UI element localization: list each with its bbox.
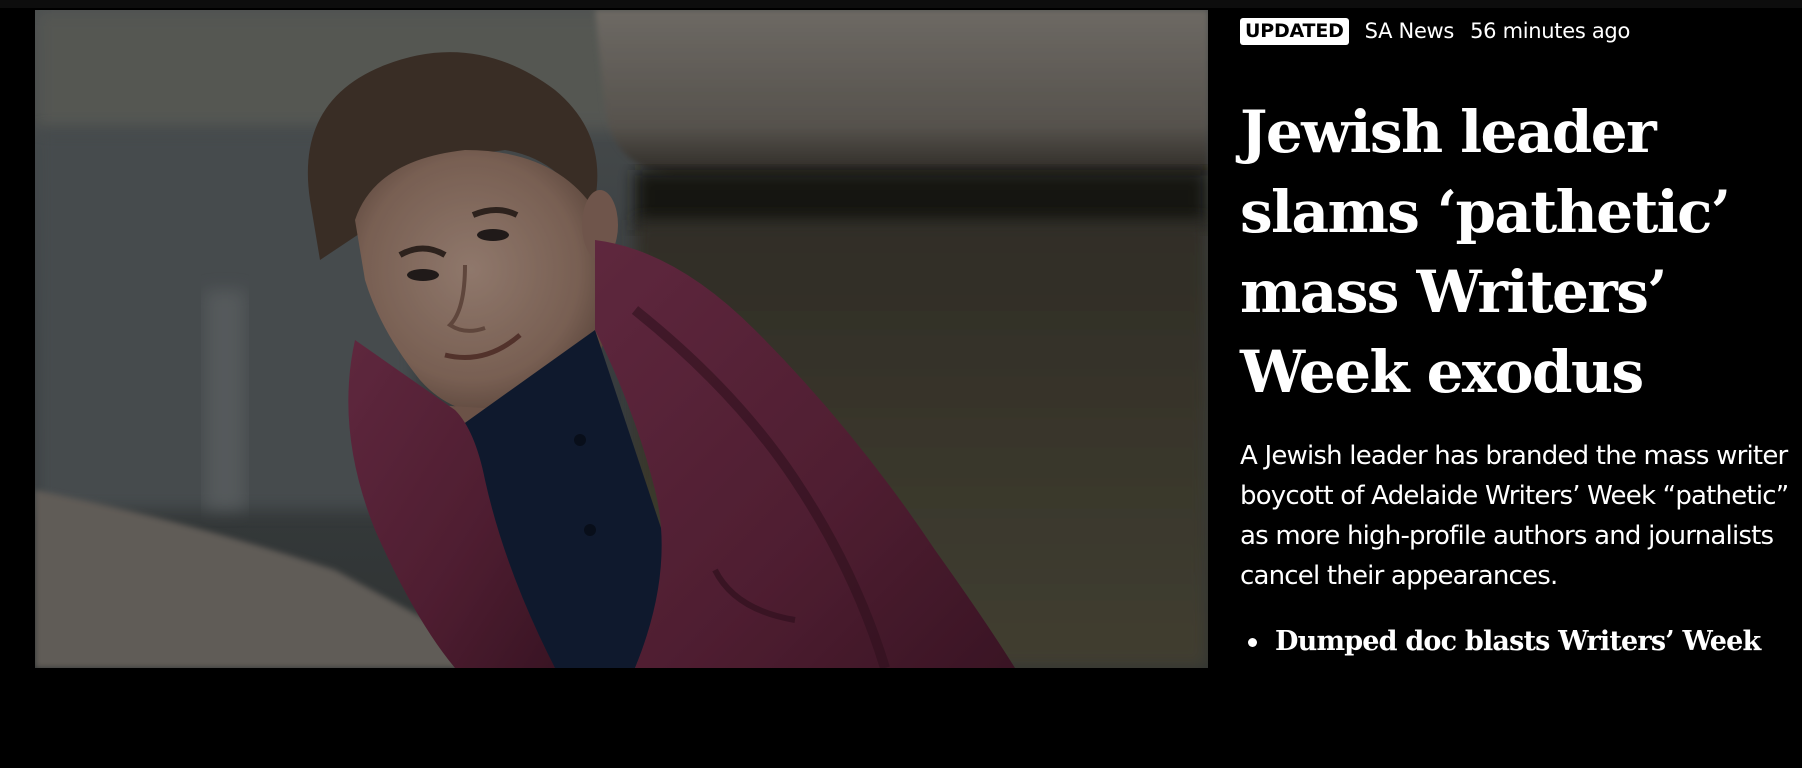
bullet-icon <box>1248 637 1257 647</box>
story-panel: UPDATED SA News 56 minutes ago Jewish le… <box>1240 14 1795 662</box>
story-meta: UPDATED SA News 56 minutes ago <box>1240 14 1795 48</box>
story-summary: A Jewish leader has branded the mass wri… <box>1240 441 1789 591</box>
related-item: Dumped doc blasts Writers’ Week <box>1240 622 1795 662</box>
portrait-photo-illustration <box>35 10 1208 668</box>
source-link[interactable]: SA News <box>1365 19 1455 43</box>
related-link[interactable]: Dumped doc blasts Writers’ Week <box>1275 622 1761 662</box>
headline-link[interactable]: Jewish leader slams ‘pathetic’ mass Writ… <box>1240 92 1795 412</box>
updated-badge: UPDATED <box>1240 17 1349 45</box>
hero-photo[interactable] <box>35 10 1208 668</box>
timestamp: 56 minutes ago <box>1470 19 1631 43</box>
top-frame-strip <box>0 0 1802 8</box>
related-links: Dumped doc blasts Writers’ Week <box>1240 622 1795 662</box>
